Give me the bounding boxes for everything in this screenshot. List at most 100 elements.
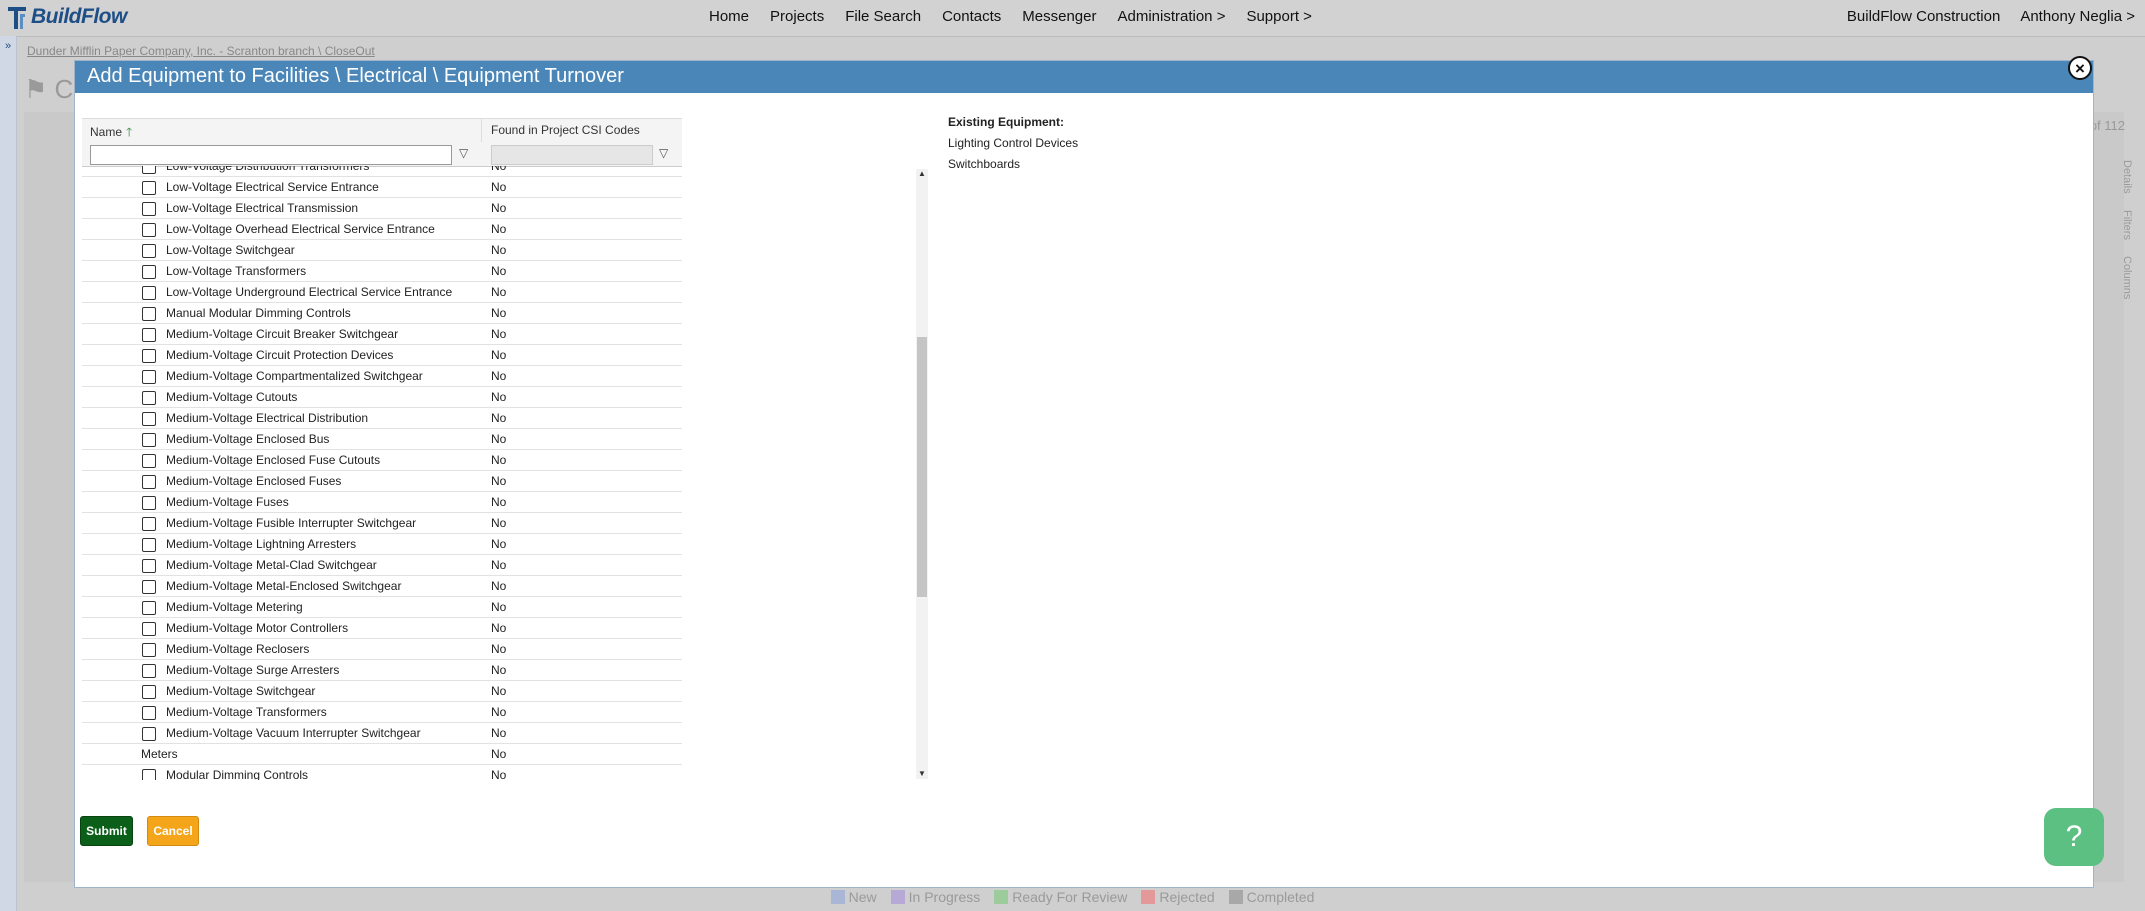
column-header-found[interactable]: Found in Project CSI Codes xyxy=(491,123,640,137)
row-checkbox[interactable] xyxy=(142,622,156,636)
row-checkbox[interactable] xyxy=(142,517,156,531)
row-checkbox[interactable] xyxy=(142,349,156,363)
nav-contacts[interactable]: Contacts xyxy=(942,8,1001,25)
nav-administration[interactable]: Administration > xyxy=(1117,8,1225,25)
table-row[interactable]: Medium-Voltage Surge Arresters No xyxy=(82,660,682,681)
table-row[interactable]: Low-Voltage Underground Electrical Servi… xyxy=(82,282,682,303)
table-row[interactable]: Medium-Voltage Reclosers No xyxy=(82,639,682,660)
row-checkbox[interactable] xyxy=(142,286,156,300)
table-row[interactable]: Low-Voltage Distribution Transformers No xyxy=(82,166,682,177)
row-name: Medium-Voltage Electrical Distribution xyxy=(166,411,369,425)
row-checkbox[interactable] xyxy=(142,223,156,237)
close-dialog-button[interactable]: × xyxy=(2068,56,2092,80)
row-name: Low-Voltage Electrical Transmission xyxy=(166,201,359,215)
row-checkbox[interactable] xyxy=(142,412,156,426)
name-filter-icon[interactable]: ▽ xyxy=(459,146,468,160)
found-filter-icon[interactable]: ▽ xyxy=(659,146,668,160)
tab-filters[interactable]: Filters xyxy=(2121,210,2133,240)
row-checkbox[interactable] xyxy=(142,643,156,657)
table-row[interactable]: Medium-Voltage Vacuum Interrupter Switch… xyxy=(82,723,682,744)
table-row[interactable]: Medium-Voltage Enclosed Fuse Cutouts No xyxy=(82,450,682,471)
legend-label: Rejected xyxy=(1159,889,1215,905)
table-row[interactable]: Medium-Voltage Electrical Distribution No xyxy=(82,408,682,429)
table-row[interactable]: Medium-Voltage Cutouts No xyxy=(82,387,682,408)
submit-button[interactable]: Submit xyxy=(80,816,133,846)
table-row[interactable]: Medium-Voltage Circuit Protection Device… xyxy=(82,345,682,366)
row-name: Medium-Voltage Switchgear xyxy=(166,684,316,698)
found-filter-input[interactable] xyxy=(491,145,653,165)
row-checkbox[interactable] xyxy=(142,265,156,279)
scroll-up-icon[interactable]: ▲ xyxy=(916,169,928,179)
row-checkbox[interactable] xyxy=(142,328,156,342)
logo[interactable]: BuildFlow xyxy=(6,4,127,30)
row-checkbox[interactable] xyxy=(142,664,156,678)
nav-support[interactable]: Support > xyxy=(1246,8,1311,25)
row-checkbox[interactable] xyxy=(142,433,156,447)
row-checkbox[interactable] xyxy=(142,580,156,594)
row-name: Medium-Voltage Vacuum Interrupter Switch… xyxy=(166,726,421,740)
row-checkbox[interactable] xyxy=(142,475,156,489)
user-menu[interactable]: Anthony Neglia > xyxy=(2020,8,2135,25)
nav-home[interactable]: Home xyxy=(709,8,749,25)
table-row[interactable]: Medium-Voltage Metal-Clad Switchgear No xyxy=(82,555,682,576)
row-checkbox[interactable] xyxy=(142,538,156,552)
row-name: Medium-Voltage Enclosed Bus xyxy=(166,432,330,446)
table-row[interactable]: Meters No xyxy=(82,744,682,765)
nav-projects[interactable]: Projects xyxy=(770,8,824,25)
table-row[interactable]: Medium-Voltage Transformers No xyxy=(82,702,682,723)
row-checkbox[interactable] xyxy=(142,370,156,384)
table-row[interactable]: Medium-Voltage Compartmentalized Switchg… xyxy=(82,366,682,387)
row-checkbox[interactable] xyxy=(142,496,156,510)
table-row[interactable]: Medium-Voltage Fuses No xyxy=(82,492,682,513)
row-checkbox[interactable] xyxy=(142,454,156,468)
table-row[interactable]: Medium-Voltage Switchgear No xyxy=(82,681,682,702)
tab-details[interactable]: Details xyxy=(2121,160,2133,194)
row-checkbox[interactable] xyxy=(142,769,156,780)
column-header-name[interactable]: Name 🡑 xyxy=(90,123,132,144)
row-name: Low-Voltage Underground Electrical Servi… xyxy=(166,285,453,299)
row-checkbox[interactable] xyxy=(142,601,156,615)
row-checkbox[interactable] xyxy=(142,202,156,216)
legend-item: Ready For Review xyxy=(994,889,1127,905)
scroll-down-icon[interactable]: ▼ xyxy=(916,769,928,779)
table-row[interactable]: Medium-Voltage Lightning Arresters No xyxy=(82,534,682,555)
legend-item: Completed xyxy=(1228,889,1314,905)
breadcrumb[interactable]: Dunder Mifflin Paper Company, Inc. - Scr… xyxy=(27,44,375,58)
legend-swatch xyxy=(890,890,905,904)
table-row[interactable]: Low-Voltage Electrical Service Entrance N… xyxy=(82,177,682,198)
nav-messenger[interactable]: Messenger xyxy=(1022,8,1096,25)
table-row[interactable]: Low-Voltage Overhead Electrical Service … xyxy=(82,219,682,240)
cancel-button[interactable]: Cancel xyxy=(147,816,199,846)
table-row[interactable]: Low-Voltage Transformers No xyxy=(82,261,682,282)
nav-file-search[interactable]: File Search xyxy=(845,8,921,25)
row-checkbox[interactable] xyxy=(142,391,156,405)
row-checkbox[interactable] xyxy=(142,685,156,699)
row-checkbox[interactable] xyxy=(142,244,156,258)
table-row[interactable]: Medium-Voltage Enclosed Bus No xyxy=(82,429,682,450)
table-row[interactable]: Medium-Voltage Fusible Interrupter Switc… xyxy=(82,513,682,534)
left-collapsed-sidebar xyxy=(0,36,17,911)
row-checkbox[interactable] xyxy=(142,559,156,573)
table-row[interactable]: Medium-Voltage Metal-Enclosed Switchgear… xyxy=(82,576,682,597)
table-row[interactable]: Low-Voltage Switchgear No xyxy=(82,240,682,261)
table-row[interactable]: Low-Voltage Electrical Transmission No xyxy=(82,198,682,219)
company-menu[interactable]: BuildFlow Construction xyxy=(1847,8,2000,25)
row-checkbox[interactable] xyxy=(142,727,156,741)
grid-scrollbar[interactable]: ▲ ▼ xyxy=(916,169,928,779)
row-checkbox[interactable] xyxy=(142,166,156,174)
row-checkbox[interactable] xyxy=(142,706,156,720)
table-row[interactable]: Medium-Voltage Metering No xyxy=(82,597,682,618)
row-found-value: No xyxy=(491,705,507,719)
table-row[interactable]: Medium-Voltage Motor Controllers No xyxy=(82,618,682,639)
scroll-thumb[interactable] xyxy=(917,337,927,597)
table-row[interactable]: Medium-Voltage Circuit Breaker Switchgea… xyxy=(82,324,682,345)
table-row[interactable]: Modular Dimming Controls No xyxy=(82,765,682,780)
tab-columns[interactable]: Columns xyxy=(2121,256,2133,299)
name-filter-input[interactable] xyxy=(90,145,452,165)
table-row[interactable]: Medium-Voltage Enclosed Fuses No xyxy=(82,471,682,492)
row-checkbox[interactable] xyxy=(142,181,156,195)
expand-sidebar-icon[interactable]: » xyxy=(2,40,14,52)
help-button[interactable]: ? xyxy=(2044,808,2104,866)
table-row[interactable]: Manual Modular Dimming Controls No xyxy=(82,303,682,324)
row-checkbox[interactable] xyxy=(142,307,156,321)
